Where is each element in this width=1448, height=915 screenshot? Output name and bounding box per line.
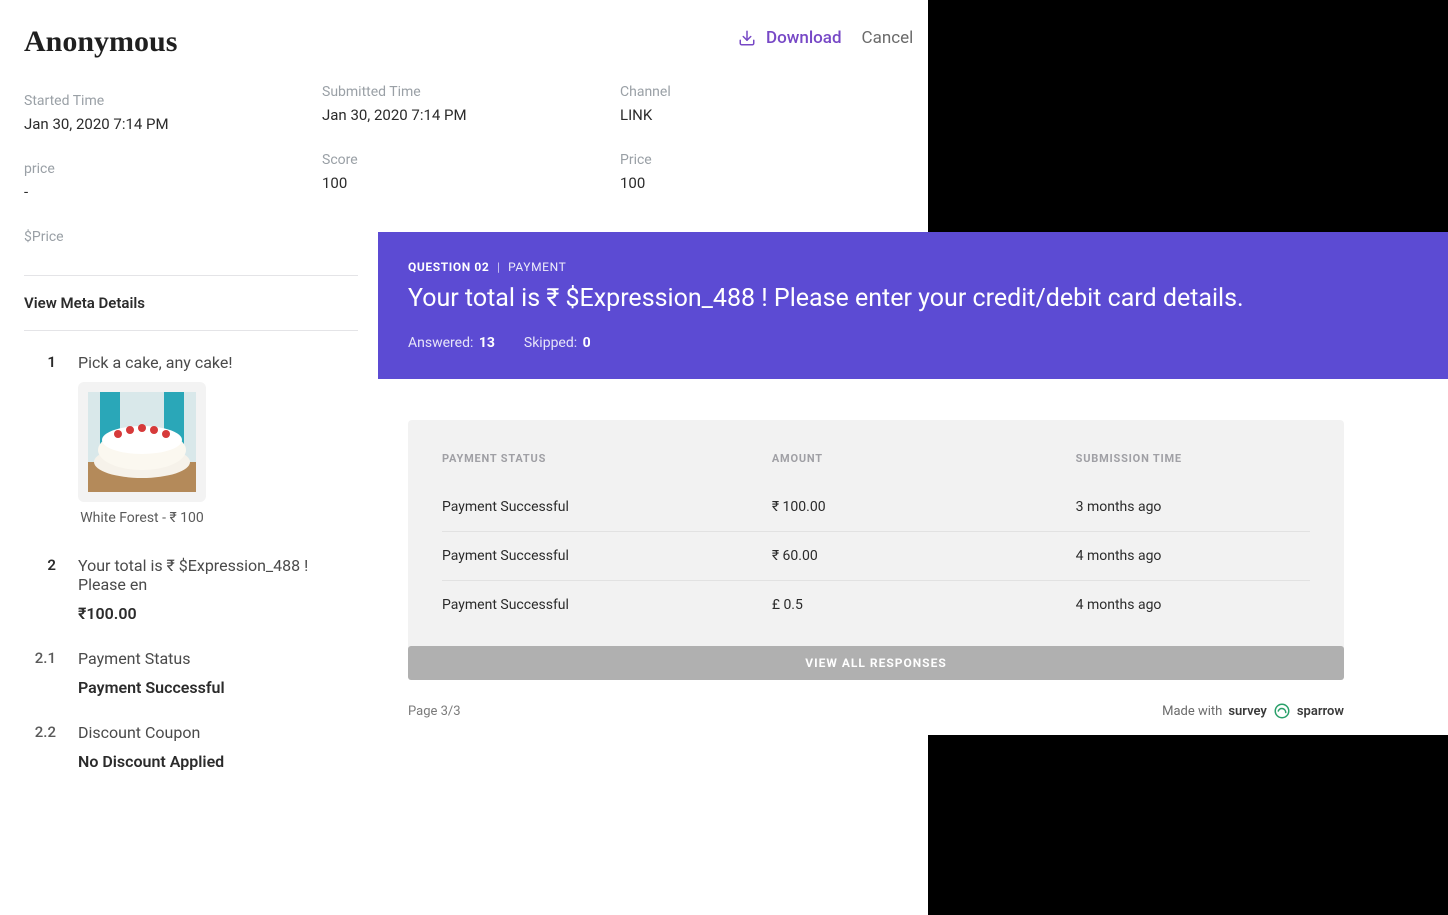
question-number: 2.1 [24,649,56,697]
question-item[interactable]: 2.1 Payment Status Payment Successful [24,649,358,697]
started-time-value: Jan 30, 2020 7:14 PM [24,115,358,133]
question-number: 1 [24,353,56,526]
download-label: Download [766,28,842,48]
th-payment-status: PAYMENT STATUS [442,452,772,483]
started-time-label: Started Time [24,93,358,109]
submitted-time-label: Submitted Time [322,84,620,100]
view-meta-details-link[interactable]: View Meta Details [24,276,358,331]
cell-time: 4 months ago [1076,532,1310,581]
question-item[interactable]: 2 Your total is ₹ $Expression_488 ! Plea… [24,556,358,623]
question-answer: No Discount Applied [78,752,358,771]
table-row[interactable]: Payment Successful £ 0.5 4 months ago [442,581,1310,630]
skipped-label: Skipped: [524,335,577,351]
question-number: 2 [24,556,56,623]
cell-amount: ₹ 100.00 [772,483,1076,532]
brand-word-sparrow: sparrow [1297,704,1344,719]
banner-question-text: Your total is ₹ $Expression_488 ! Please… [408,284,1418,313]
score-value: 100 [322,174,620,192]
view-all-responses-button[interactable]: VIEW ALL RESPONSES [408,646,1344,680]
question-title: Pick a cake, any cake! [78,353,358,372]
download-icon [738,29,756,47]
cancel-button[interactable]: Cancel [862,28,914,48]
cell-amount: ₹ 60.00 [772,532,1076,581]
sparrow-logo-icon [1273,702,1291,720]
dollar-price-label: $Price [24,229,358,245]
price-value: 100 [620,174,671,192]
channel-label: Channel [620,84,671,100]
skipped-value: 0 [583,335,591,351]
payments-table: PAYMENT STATUS AMOUNT SUBMISSION TIME Pa… [408,420,1344,657]
th-amount: AMOUNT [772,452,1076,483]
cell-time: 3 months ago [1076,483,1310,532]
brand-footer[interactable]: Made with survey sparrow [1162,702,1344,720]
price-label: Price [620,152,671,168]
question-title: Payment Status [78,649,358,668]
answered-value: 13 [479,335,495,351]
question-number: 2.2 [24,723,56,771]
download-button[interactable]: Download [738,28,842,48]
cake-caption: White Forest - ₹ 100 [78,510,206,526]
question-title: Your total is ₹ $Expression_488 ! Please… [78,556,358,594]
question-item[interactable]: 1 Pick a cake, any cake! [24,353,358,526]
decorative-black-bottom [928,735,1448,915]
question-answer: Payment Successful [78,678,358,697]
cell-time: 4 months ago [1076,581,1310,630]
question-title: Discount Coupon [78,723,358,742]
cell-amount: £ 0.5 [772,581,1076,630]
table-row[interactable]: Payment Successful ₹ 100.00 3 months ago [442,483,1310,532]
decorative-black-top [928,0,1448,232]
answered-label: Answered: [408,335,473,351]
score-label: Score [322,152,620,168]
question-item[interactable]: 2.2 Discount Coupon No Discount Applied [24,723,358,771]
submitted-time-value: Jan 30, 2020 7:14 PM [322,106,620,124]
th-submission-time: SUBMISSION TIME [1076,452,1310,483]
custom-price-value: - [24,183,358,201]
cake-image [88,392,196,492]
channel-value: LINK [620,106,671,124]
question-banner: QUESTION 02 | PAYMENT Your total is ₹ $E… [378,232,1448,379]
brand-word-survey: survey [1228,704,1267,719]
cake-image-card [78,382,206,502]
banner-question-type: PAYMENT [508,260,566,274]
page-title: Anonymous [24,25,177,59]
table-row[interactable]: Payment Successful ₹ 60.00 4 months ago [442,532,1310,581]
question-answer: ₹100.00 [78,604,358,623]
cell-status: Payment Successful [442,532,772,581]
cell-status: Payment Successful [442,483,772,532]
custom-price-label: price [24,161,358,177]
page-indicator: Page 3/3 [408,704,461,719]
banner-question-number: QUESTION 02 [408,260,489,274]
cell-status: Payment Successful [442,581,772,630]
made-with-label: Made with [1162,704,1222,719]
